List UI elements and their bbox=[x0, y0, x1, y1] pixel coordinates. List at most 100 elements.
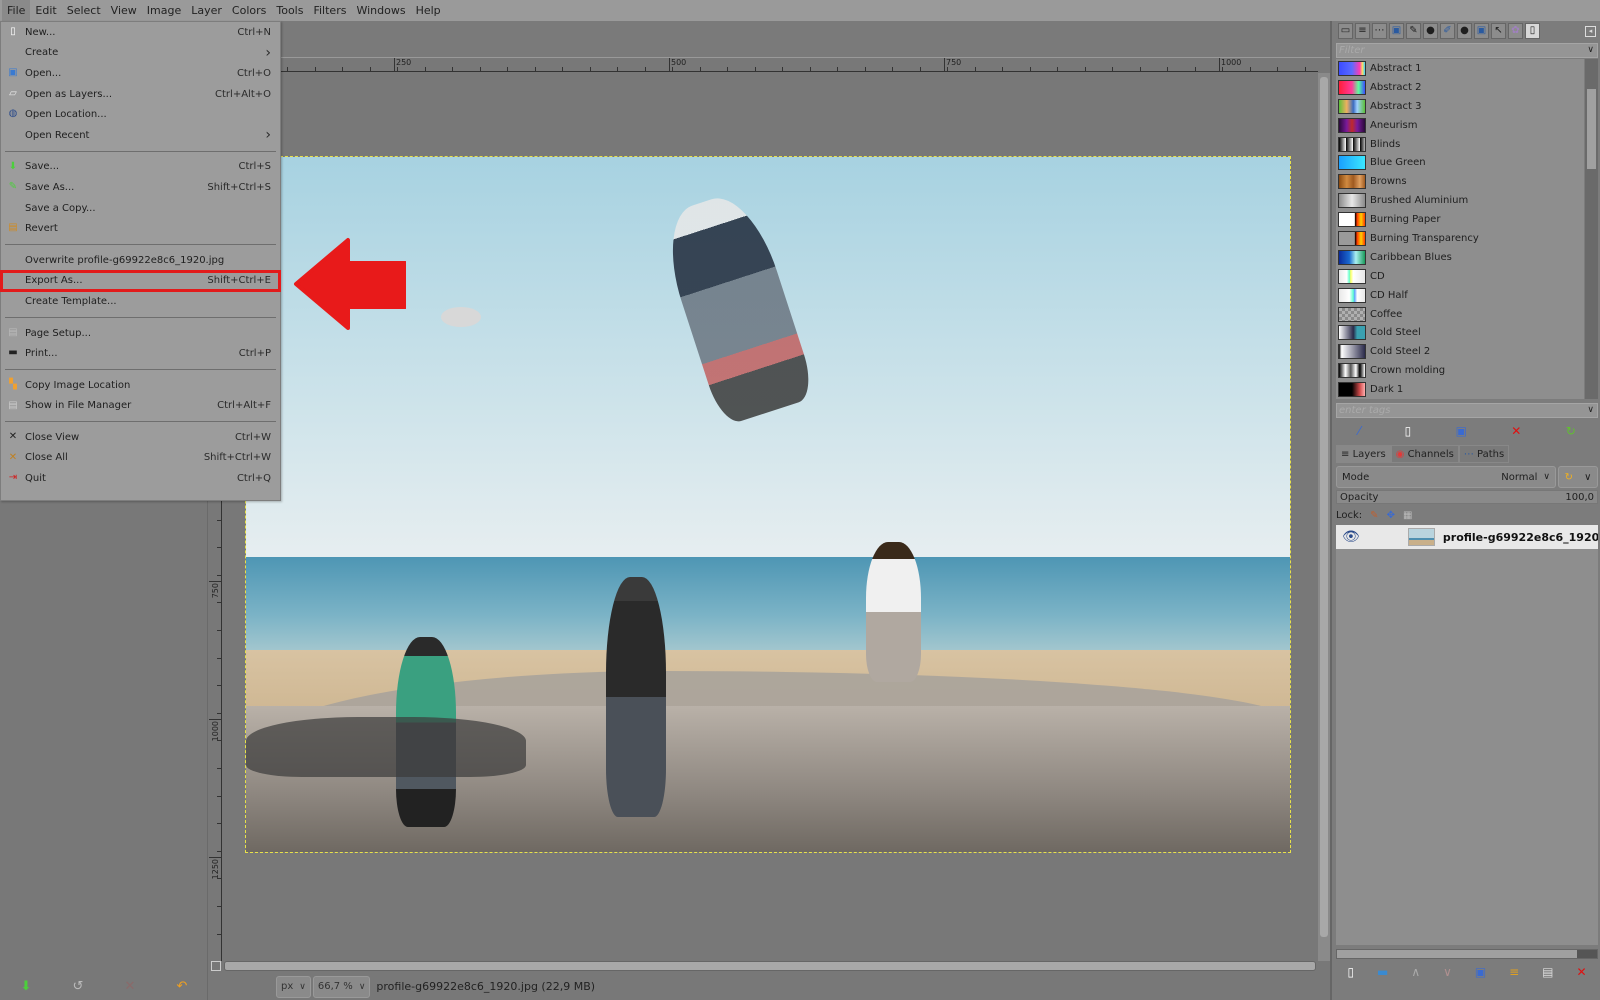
menu-item-print[interactable]: ▬ Print... Ctrl+P bbox=[1, 343, 280, 364]
gradient-item[interactable]: Burning Transparency bbox=[1336, 229, 1584, 248]
new-layer-icon[interactable]: ▯ bbox=[1347, 965, 1354, 979]
menu-item-open[interactable]: ▣ Open... Ctrl+O bbox=[1, 63, 280, 84]
gradient-tags-input[interactable]: enter tags ∨ bbox=[1336, 403, 1598, 418]
pattern-tab-icon[interactable]: ● bbox=[1457, 23, 1472, 39]
gradient-item[interactable]: Coffee bbox=[1336, 305, 1584, 324]
eye-visibility-icon[interactable]: 👁 bbox=[1342, 529, 1360, 545]
menu-layer[interactable]: Layer bbox=[186, 0, 227, 21]
opacity-spinner[interactable]: Opacity 100,0 bbox=[1336, 490, 1598, 504]
menu-file[interactable]: File bbox=[2, 0, 31, 21]
layer-mode-select[interactable]: Mode Normal ∨ bbox=[1336, 466, 1556, 488]
menu-image[interactable]: Image bbox=[142, 0, 186, 21]
gradient-list-scrollbar[interactable] bbox=[1585, 59, 1598, 399]
horizontal-ruler[interactable]: 2505007501000125015001750 bbox=[222, 58, 1516, 72]
images-tab-icon[interactable]: ✐ bbox=[1440, 23, 1455, 39]
duplicate-gradient-icon[interactable]: ▣ bbox=[1456, 424, 1467, 438]
menu-item-save-as[interactable]: ✎ Save As... Shift+Ctrl+S bbox=[1, 177, 280, 198]
unit-select[interactable]: px ∨ bbox=[276, 975, 311, 998]
menu-filters[interactable]: Filters bbox=[308, 0, 351, 21]
gradient-item[interactable]: Blinds bbox=[1336, 135, 1584, 154]
quick-mask-toggle[interactable] bbox=[211, 961, 221, 971]
vertical-scrollbar[interactable] bbox=[1318, 73, 1330, 961]
brush-tab-icon[interactable]: ● bbox=[1423, 23, 1438, 39]
edit-gradient-icon[interactable]: ⁄ bbox=[1358, 424, 1360, 438]
lock-pixels-icon[interactable]: ✎ bbox=[1370, 510, 1378, 521]
refresh-gradients-icon[interactable]: ↻ bbox=[1566, 424, 1576, 438]
menu-item-show-in-file-manager[interactable]: ▤ Show in File Manager Ctrl+Alt+F bbox=[1, 396, 280, 417]
menu-item-open-location[interactable]: ◍ Open Location... bbox=[1, 104, 280, 125]
gradient-item[interactable]: CD Half bbox=[1336, 286, 1584, 305]
raise-layer-icon[interactable]: ∧ bbox=[1411, 965, 1420, 979]
reset-tool-options-icon[interactable]: ↶ bbox=[177, 979, 188, 994]
gradient-item[interactable]: Brushed Aluminium bbox=[1336, 191, 1584, 210]
gradient-item[interactable]: Abstract 1 bbox=[1336, 59, 1584, 78]
gradient-filter-input[interactable]: Filter ∨ bbox=[1336, 43, 1598, 58]
mask-layer-icon[interactable]: ▤ bbox=[1542, 965, 1553, 979]
tool-options-tab-icon[interactable]: ▭ bbox=[1338, 23, 1353, 39]
pointer-tab-icon[interactable]: ↖ bbox=[1491, 23, 1506, 39]
layers-tab-icon[interactable]: ≡ bbox=[1355, 23, 1370, 39]
gradient-item[interactable]: CD bbox=[1336, 267, 1584, 286]
new-layer-group-icon[interactable]: ▬ bbox=[1377, 965, 1388, 979]
layer-row[interactable]: 👁 profile-g69922e8c6_1920. bbox=[1336, 525, 1598, 549]
menu-item-overwrite-profile-g69922e8c6-1920-jpg[interactable]: Overwrite profile-g69922e8c6_1920.jpg bbox=[1, 250, 280, 271]
zoom-select[interactable]: 66,7 % ∨ bbox=[312, 975, 371, 998]
menu-item-open-recent[interactable]: Open Recent › bbox=[1, 125, 280, 146]
gradient-item[interactable]: Abstract 3 bbox=[1336, 97, 1584, 116]
menu-item-page-setup[interactable]: ▤ Page Setup... bbox=[1, 323, 280, 344]
gradient-item[interactable]: Abstract 2 bbox=[1336, 78, 1584, 97]
fonts-tab-icon[interactable]: ▣ bbox=[1474, 23, 1489, 39]
undo-history-tab-icon[interactable]: ▣ bbox=[1389, 23, 1404, 39]
menu-item-create-template[interactable]: Create Template... bbox=[1, 291, 280, 312]
horizontal-scrollbar[interactable] bbox=[224, 961, 1316, 971]
menu-item-close-view[interactable]: ✕ Close View Ctrl+W bbox=[1, 427, 280, 448]
gradient-item[interactable]: Crown molding bbox=[1336, 361, 1584, 380]
tab-layers[interactable]: ≡ Layers bbox=[1336, 445, 1391, 463]
menu-select[interactable]: Select bbox=[62, 0, 106, 21]
gradient-item[interactable]: Aneurism bbox=[1336, 116, 1584, 135]
lock-alpha-icon[interactable]: ▦ bbox=[1403, 510, 1412, 521]
gradient-item[interactable]: Blue Green bbox=[1336, 153, 1584, 172]
menu-view[interactable]: View bbox=[106, 0, 142, 21]
vertical-scroll-thumb[interactable] bbox=[1320, 77, 1328, 937]
menu-edit[interactable]: Edit bbox=[30, 0, 61, 21]
menu-item-revert[interactable]: ▤ Revert bbox=[1, 218, 280, 239]
menu-tools[interactable]: Tools bbox=[271, 0, 308, 21]
paths-tab-icon[interactable]: ⋯ bbox=[1372, 23, 1387, 39]
delete-tool-preset-icon[interactable]: ✕ bbox=[125, 979, 136, 994]
menu-windows[interactable]: Windows bbox=[351, 0, 410, 21]
menu-item-quit[interactable]: ⇥ Quit Ctrl+Q bbox=[1, 468, 280, 489]
layer-list-scrollbar[interactable] bbox=[1336, 949, 1598, 959]
merge-layer-icon[interactable]: ≡ bbox=[1509, 965, 1519, 979]
gradient-item[interactable]: Browns bbox=[1336, 172, 1584, 191]
menu-help[interactable]: Help bbox=[411, 0, 446, 21]
gradient-scroll-thumb[interactable] bbox=[1587, 89, 1596, 169]
brushes-tab-icon[interactable]: ✎ bbox=[1406, 23, 1421, 39]
menu-item-save-a-copy[interactable]: Save a Copy... bbox=[1, 198, 280, 219]
restore-tool-preset-icon[interactable]: ↺ bbox=[73, 979, 84, 994]
delete-gradient-icon[interactable]: ✕ bbox=[1511, 424, 1521, 438]
menu-item-create[interactable]: Create › bbox=[1, 43, 280, 64]
tab-channels[interactable]: ◉ Channels bbox=[1390, 445, 1459, 463]
delete-layer-icon[interactable]: ✕ bbox=[1576, 965, 1586, 979]
palettes-tab-icon[interactable]: ✿ bbox=[1508, 23, 1523, 39]
composite-mode-select[interactable]: ↻ ∨ bbox=[1558, 466, 1598, 488]
lock-position-icon[interactable]: ✥ bbox=[1387, 510, 1395, 521]
dock-menu-icon[interactable]: ◂ bbox=[1585, 26, 1596, 37]
tab-paths[interactable]: ⋯ Paths bbox=[1458, 445, 1510, 463]
menu-colors[interactable]: Colors bbox=[227, 0, 271, 21]
menu-item-copy-image-location[interactable]: ▚ Copy Image Location bbox=[1, 375, 280, 396]
menu-item-new[interactable]: ▯ New... Ctrl+N bbox=[1, 22, 280, 43]
duplicate-layer-icon[interactable]: ▣ bbox=[1475, 965, 1486, 979]
gradient-item[interactable]: Cold Steel bbox=[1336, 323, 1584, 342]
gradient-item[interactable]: Caribbean Blues bbox=[1336, 248, 1584, 267]
menu-item-export-as[interactable]: Export As... Shift+Ctrl+E bbox=[0, 269, 281, 293]
save-tool-preset-icon[interactable]: ⬇ bbox=[21, 979, 32, 994]
gradient-item[interactable]: Dark 1 bbox=[1336, 380, 1584, 399]
gradient-item[interactable]: Burning Paper bbox=[1336, 210, 1584, 229]
gradients-tab-icon[interactable]: ▯ bbox=[1525, 23, 1540, 39]
gradient-item[interactable]: Cold Steel 2 bbox=[1336, 342, 1584, 361]
menu-item-save[interactable]: ⬇ Save... Ctrl+S bbox=[1, 157, 280, 178]
lower-layer-icon[interactable]: ∨ bbox=[1443, 965, 1452, 979]
menu-item-close-all[interactable]: ✕ Close All Shift+Ctrl+W bbox=[1, 448, 280, 469]
